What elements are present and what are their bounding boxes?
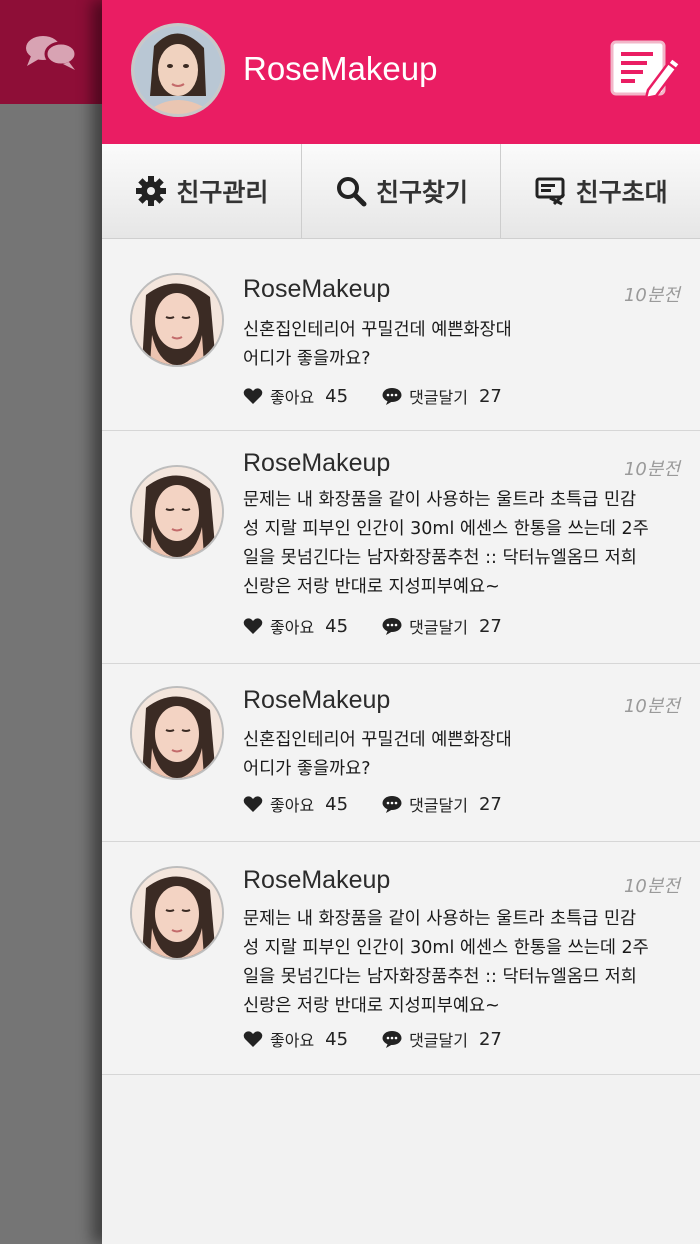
comment-count: 27 [478,615,502,637]
post-actions: 좋아요 45 댓글달기 27 [243,792,536,816]
comment-button[interactable]: 댓글달기 27 [382,384,502,408]
tab-label: 친구찾기 [376,178,469,207]
avatar[interactable] [130,465,224,559]
avatar[interactable] [130,686,224,780]
feed-post[interactable]: RoseMakeup 10분전 신혼집인테리어 꾸밀건데 예쁜화장대 어디가 좋… [102,664,700,842]
like-count: 45 [325,615,349,637]
post-author[interactable]: RoseMakeup [243,275,390,304]
post-timestamp: 10분전 [623,696,680,717]
post-timestamp: 10분전 [623,876,680,897]
comment-button[interactable]: 댓글달기 27 [382,1027,502,1051]
post-timestamp: 10분전 [623,285,680,306]
chat-menu-button[interactable] [0,0,102,104]
post-author[interactable]: RoseMakeup [243,449,390,478]
post-author[interactable]: RoseMakeup [243,686,390,715]
post-body: 신혼집인테리어 꾸밀건데 예쁜화장대 어디가 좋을까요? [243,320,512,369]
tab-label: 친구초대 [575,178,668,207]
heart-icon [243,796,263,812]
main-panel: RoseMakeup 친구관리 친구찾기 친구초대 RoseMakeup 10분… [102,0,700,1244]
like-button[interactable]: 좋아요 45 [243,792,348,816]
avatar[interactable] [130,866,224,960]
heart-icon [243,388,263,404]
invite-icon [535,177,565,206]
post-actions: 좋아요 45 댓글달기 27 [243,1027,536,1051]
post-body: 문제는 내 화장품을 같이 사용하는 울트라 초특급 민감 성 지랄 피부인 인… [243,909,649,1016]
like-button[interactable]: 좋아요 45 [243,614,348,638]
post-actions: 좋아요 45 댓글달기 27 [243,614,536,638]
speech-bubble-icon [382,388,402,405]
post-author[interactable]: RoseMakeup [243,866,390,895]
compose-icon [610,40,682,100]
profile-header: RoseMakeup [102,0,700,144]
comment-button[interactable]: 댓글달기 27 [382,792,502,816]
post-actions: 좋아요 45 댓글달기 27 [243,384,536,408]
like-count: 45 [325,385,349,407]
post-body: 문제는 내 화장품을 같이 사용하는 울트라 초특급 민감 성 지랄 피부인 인… [243,490,649,597]
comment-button[interactable]: 댓글달기 27 [382,614,502,638]
profile-avatar[interactable] [131,23,225,117]
post-body: 신혼집인테리어 꾸밀건데 예쁜화장대 어디가 좋을까요? [243,730,512,779]
tab-invite-friends[interactable]: 친구초대 [501,144,700,238]
speech-bubble-icon [382,796,402,813]
like-button[interactable]: 좋아요 45 [243,1027,348,1051]
sidebar [0,0,102,1244]
avatar[interactable] [130,273,224,367]
friend-tabs: 친구관리 친구찾기 친구초대 [102,144,700,239]
comment-count: 27 [478,1028,502,1050]
tab-manage-friends[interactable]: 친구관리 [102,144,302,238]
search-icon [337,177,367,207]
feed-post[interactable]: RoseMakeup 10분전 문제는 내 화장품을 같이 사용하는 울트라 초… [102,431,700,664]
comment-count: 27 [478,793,502,815]
heart-icon [243,618,263,634]
gear-icon [136,176,167,206]
like-button[interactable]: 좋아요 45 [243,384,348,408]
feed-post[interactable]: RoseMakeup 10분전 신혼집인테리어 꾸밀건데 예쁜화장대 어디가 좋… [102,239,700,431]
comment-count: 27 [478,385,502,407]
like-count: 45 [325,1028,349,1050]
feed-list: RoseMakeup 10분전 신혼집인테리어 꾸밀건데 예쁜화장대 어디가 좋… [102,239,700,1075]
tab-label: 친구관리 [176,178,269,207]
write-post-button[interactable] [608,38,682,100]
speech-bubble-icon [382,618,402,635]
tab-find-friends[interactable]: 친구찾기 [302,144,502,238]
feed-post[interactable]: RoseMakeup 10분전 문제는 내 화장품을 같이 사용하는 울트라 초… [102,842,700,1075]
chat-bubbles-icon [26,36,78,70]
speech-bubble-icon [382,1031,402,1048]
profile-name: RoseMakeup [243,50,438,87]
post-timestamp: 10분전 [623,459,680,480]
heart-icon [243,1031,263,1047]
like-count: 45 [325,793,349,815]
